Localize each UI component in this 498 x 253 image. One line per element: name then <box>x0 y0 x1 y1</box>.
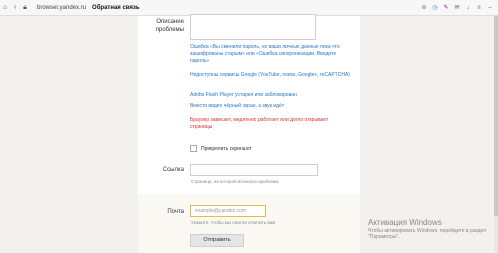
minimize-icon[interactable]: – <box>486 4 494 12</box>
problem-option[interactable]: Недоступны сервисы Google (YouTube, поис… <box>190 72 350 79</box>
toolbar-right: ⊕ ◷ ✎ ✉ ↓ ≡ – <box>420 0 494 15</box>
email-hint: Укажите, чтобы мы смогли ответить вам <box>191 220 276 225</box>
link-hint: Страница, на которой возникла проблема <box>191 179 279 184</box>
scrollbar-thumb[interactable] <box>494 16 498 216</box>
link-label: Ссылка <box>162 167 184 173</box>
download-icon[interactable]: ↓ <box>464 4 472 12</box>
problem-option-selected[interactable]: Браузер зависает, медленно работает или … <box>190 117 350 131</box>
back-icon[interactable]: ‹ <box>10 0 20 15</box>
submit-button[interactable]: Отправить <box>190 234 244 247</box>
attach-checkbox[interactable] <box>190 145 197 152</box>
attach-screenshot[interactable]: Прикрепить скриншот <box>190 145 252 152</box>
problem-option[interactable]: Ошибка «Вы сменили пароль, но ваши личны… <box>190 44 350 65</box>
address-domain: browser.yandex.ru <box>37 4 87 11</box>
address-bar[interactable]: browser.yandex.ru Обратная связь <box>34 5 140 11</box>
attach-label: Прикрепить скриншот <box>201 145 252 152</box>
watermark-title: Активация Windows <box>368 218 442 227</box>
clock-icon[interactable]: ◷ <box>431 4 439 12</box>
description-field[interactable] <box>190 14 316 40</box>
translate-icon[interactable]: ⊕ <box>420 4 428 12</box>
watermark-subtitle: Чтобы активировать Windows, перейдите в … <box>368 228 487 240</box>
problem-option[interactable]: Вместо видео чёрный экран, а звук идёт <box>190 103 350 110</box>
home-icon[interactable]: ⌂ <box>0 0 10 15</box>
lock-icon: 🔒︎ <box>23 3 27 11</box>
page-title: Обратная связь <box>92 4 140 11</box>
description-label: Описание проблемы <box>155 19 184 33</box>
menu-icon[interactable]: ≡ <box>475 4 483 12</box>
email-placeholder: example@yandex.com <box>195 208 246 214</box>
chat-icon[interactable]: ✉ <box>453 4 461 12</box>
windows-activation-watermark: Активация Windows Чтобы активировать Win… <box>368 218 498 240</box>
email-label: Почта <box>167 209 184 215</box>
email-input[interactable]: example@yandex.com <box>190 205 266 217</box>
link-input[interactable] <box>190 164 318 176</box>
pen-icon[interactable]: ✎ <box>442 4 450 12</box>
problem-option[interactable]: Adobe Flash Player устарел или заблокиро… <box>190 92 350 99</box>
